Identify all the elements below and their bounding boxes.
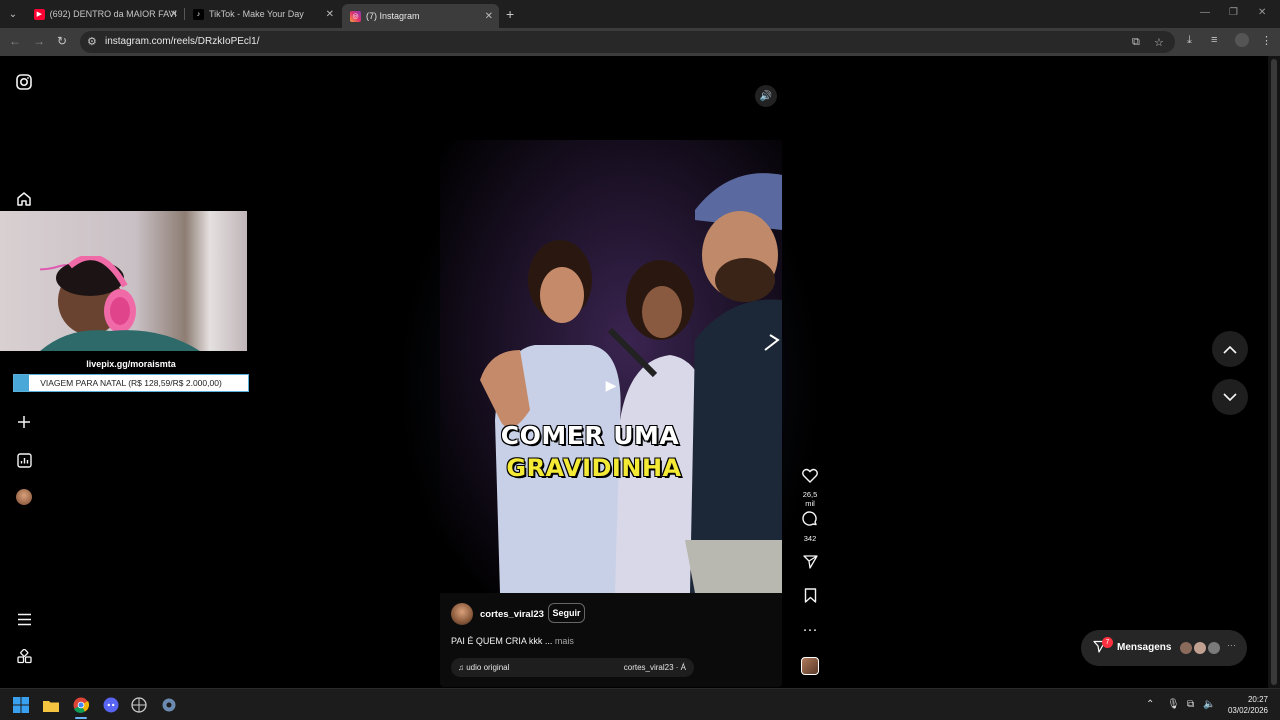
active-app-indicator [75, 717, 87, 719]
tiktok-icon: ♪ [193, 8, 204, 20]
volume-icon[interactable]: 🔈 [1203, 699, 1215, 710]
contact-avatar [1179, 641, 1193, 655]
youtube-icon: ▶ [34, 8, 45, 20]
site-info-icon[interactable]: ⚙ [87, 35, 97, 48]
comment-icon[interactable] [798, 511, 822, 531]
create-plus-icon[interactable] [14, 412, 34, 432]
next-reel-button[interactable] [1212, 379, 1248, 415]
play-icon[interactable]: ▶ [598, 372, 624, 398]
reel-video-frame [440, 80, 782, 593]
close-tab-icon[interactable]: ✕ [326, 9, 334, 20]
scrollbar-thumb[interactable] [1271, 59, 1277, 685]
address-bar[interactable]: ⚙ instagram.com/reels/DRzkIoPEcl1/ ⧉ ☆ [80, 31, 1175, 53]
home-icon[interactable] [14, 189, 34, 209]
back-icon[interactable]: ← [9, 34, 21, 48]
video-caption-line2: GRAVIDINHA [506, 454, 682, 482]
instagram-icon: ◎ [350, 10, 361, 22]
new-tab-button[interactable]: + [506, 6, 514, 22]
comment-action[interactable]: 342 [798, 511, 822, 543]
livepix-url: livepix.gg/moraismta [86, 359, 176, 369]
close-tab-icon[interactable]: ✕ [485, 11, 493, 22]
media-control-icon[interactable]: ≡ [1211, 34, 1217, 46]
ellipsis-icon[interactable]: ··· [798, 622, 822, 638]
streamer-webcam-image [40, 256, 200, 351]
tab-search-chevron-icon[interactable]: ⌄ [5, 6, 21, 22]
author-avatar[interactable] [451, 603, 473, 625]
forward-icon[interactable]: → [33, 34, 45, 48]
audio-pill[interactable]: ♫ udio original cortes_viral23 · Á [451, 658, 694, 677]
author-username[interactable]: cortes_viral23 [480, 609, 544, 620]
heart-icon[interactable] [798, 468, 822, 487]
discord-icon[interactable] [102, 696, 120, 714]
audio-thumbnail[interactable] [801, 657, 819, 675]
page-scrollbar[interactable] [1268, 56, 1280, 688]
more-options-action[interactable]: ··· [798, 622, 822, 638]
microphone-icon[interactable]: 🎙 [1167, 699, 1180, 710]
windows-start-icon[interactable] [12, 696, 30, 714]
share-action[interactable] [798, 554, 822, 573]
menu-kebab-icon[interactable]: ⋮ [1261, 34, 1272, 47]
reel-description: PAI É QUEM CRIA kkk ... mais [451, 636, 574, 646]
donation-goal-bar: VIAGEM PARA NATAL (R$ 128,59/R$ 2.000,00… [13, 374, 249, 392]
settings-gear-icon[interactable] [160, 696, 178, 714]
dashboard-icon[interactable] [14, 450, 34, 470]
clock-time: 20:27 [1247, 695, 1268, 704]
bookmark-star-icon[interactable]: ☆ [1154, 36, 1164, 49]
close-window-icon[interactable]: ✕ [1258, 7, 1266, 18]
mute-toggle-icon[interactable]: 🔊 [755, 85, 777, 107]
webcam-overlay [0, 211, 247, 351]
messages-button[interactable]: 7 Mensagens ··· [1081, 630, 1247, 666]
save-action[interactable] [798, 588, 822, 607]
cast-icon[interactable]: ⧉ [1132, 36, 1140, 49]
profile-avatar[interactable] [1235, 33, 1249, 47]
app-launcher-icon[interactable] [130, 696, 148, 714]
minimize-icon[interactable]: — [1200, 7, 1210, 18]
system-clock[interactable]: 20:27 03/02/2026 [1224, 694, 1268, 716]
tab-tiktok[interactable]: ♪ TikTok - Make Your Day ✕ [185, 4, 340, 24]
like-count: 26,5 mil [802, 490, 818, 508]
show-hidden-icons-chevron-icon[interactable]: ⌃ [1146, 699, 1154, 710]
video-caption-line1: COMER UMA [500, 421, 680, 450]
chrome-icon[interactable] [72, 696, 90, 714]
tab-instagram[interactable]: ◎ (7) Instagram ✕ [342, 4, 499, 28]
goal-label: VIAGEM PARA NATAL (R$ 128,59/R$ 2.000,00… [40, 378, 222, 388]
like-action[interactable]: 26,5 mil [798, 468, 822, 508]
description-text: PAI É QUEM CRIA kkk ... [451, 636, 553, 646]
browser-toolbar: ← → ↻ ⚙ instagram.com/reels/DRzkIoPEcl1/… [0, 28, 1280, 56]
contact-avatar [1193, 641, 1207, 655]
reel-video[interactable] [440, 80, 782, 593]
share-send-icon[interactable] [798, 554, 822, 573]
browser-tab-bar: ⌄ ▶ (692) DENTRO da MAIOR FAVE ✕ ♪ TikTo… [0, 0, 1280, 28]
windows-taskbar: ⌃ 🎙 ⧉ 🔈 20:27 03/02/2026 [0, 688, 1280, 720]
previous-reel-button[interactable] [1212, 331, 1248, 367]
instagram-logo-icon[interactable] [14, 72, 34, 92]
contact-avatar [1207, 641, 1221, 655]
url-text[interactable]: instagram.com/reels/DRzkIoPEcl1/ [105, 36, 260, 47]
more-link[interactable]: mais [555, 636, 574, 646]
download-icon[interactable]: ⤓ [1187, 34, 1192, 47]
follow-button[interactable]: Seguir [548, 603, 585, 623]
more-menu-icon[interactable] [14, 609, 34, 629]
also-from-meta-icon[interactable] [14, 646, 34, 666]
audio-attribution: cortes_viral23 · Á [623, 663, 686, 672]
close-tab-icon[interactable]: ✕ [170, 9, 178, 20]
more-contacts-icon: ··· [1227, 640, 1236, 650]
unread-badge: 7 [1102, 637, 1113, 648]
comment-count: 342 [803, 534, 817, 543]
network-icon[interactable]: ⧉ [1187, 699, 1194, 710]
file-explorer-icon[interactable] [42, 696, 60, 714]
bookmark-icon[interactable] [798, 588, 822, 607]
original-audio-label: ♫ udio original [458, 663, 510, 672]
clock-date: 03/02/2026 [1227, 706, 1268, 715]
profile-avatar-nav[interactable] [14, 487, 34, 507]
restore-icon[interactable]: ❐ [1229, 7, 1238, 18]
reload-icon[interactable]: ↻ [57, 34, 67, 48]
messages-label: Mensagens [1117, 642, 1172, 653]
tab-youtube[interactable]: ▶ (692) DENTRO da MAIOR FAVE ✕ [26, 4, 184, 24]
